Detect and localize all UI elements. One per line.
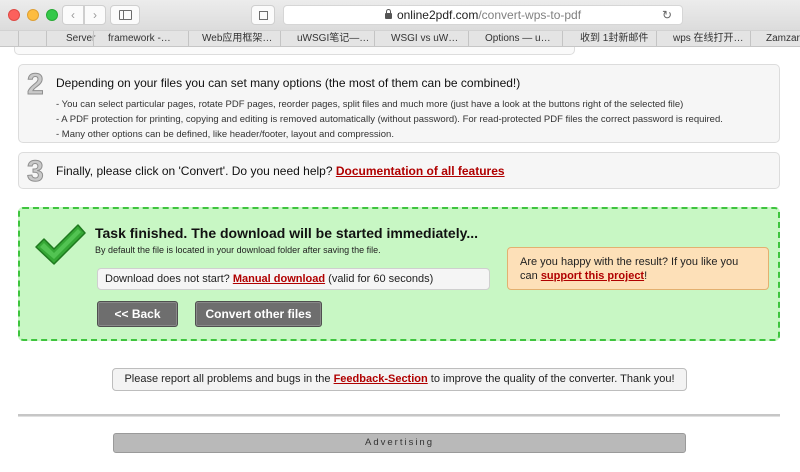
bookmark-item[interactable]: Server (66, 31, 95, 46)
step-2-title: Depending on your files you can set many… (56, 76, 521, 90)
step-3-box: 3 Finally, please click on 'Convert'. Do… (18, 152, 780, 189)
documentation-link[interactable]: Documentation of all features (336, 164, 505, 178)
report-prefix: Please report all problems and bugs in t… (124, 373, 331, 385)
task-finished-panel: Task finished. The download will be star… (18, 207, 780, 341)
feedback-report-bar: Please report all problems and bugs in t… (112, 368, 687, 391)
bookmark-item[interactable]: Options — u… (485, 31, 551, 46)
bookmark-separator (750, 31, 751, 46)
browser-window: ‹ › online2pdf.com/convert-wps-to-pdf ↻ … (0, 0, 800, 472)
task-title: Task finished. The download will be star… (95, 225, 479, 241)
reload-icon[interactable]: ↻ (662, 8, 672, 22)
sidebar-icon (118, 10, 132, 20)
bookmark-separator (188, 31, 189, 46)
list-item: - You can select particular pages, rotat… (56, 99, 684, 110)
url-host: online2pdf.com (396, 8, 479, 22)
bookmark-item[interactable]: WSGI vs uW… (391, 31, 458, 46)
support-text-can: can (520, 270, 538, 282)
bookmark-separator (562, 31, 563, 46)
bookmark-item[interactable]: wps 在线打开… (673, 31, 744, 46)
feedback-section-link[interactable]: Feedback-Section (334, 373, 428, 385)
support-project-link[interactable]: support this project (541, 270, 644, 282)
reader-icon (258, 10, 268, 20)
bookmark-item[interactable]: 收到 1封新邮件 (580, 31, 648, 46)
chevron-left-icon: ‹ (71, 8, 75, 22)
bookmark-item[interactable]: framework -… (108, 31, 171, 46)
manual-download-link[interactable]: Manual download (233, 273, 325, 285)
report-suffix: to improve the quality of the converter.… (430, 373, 675, 385)
sidebar-toggle-button[interactable] (110, 5, 140, 25)
bookmark-item[interactable]: Zamzar (766, 31, 800, 46)
task-subtitle: By default the file is located in your d… (95, 245, 381, 255)
bookmarks-bar: Server framework -… Web应用框架… uWSGI笔记—… W… (0, 30, 800, 47)
divider (18, 414, 780, 417)
reader-button[interactable] (251, 5, 275, 25)
bookmark-separator (656, 31, 657, 46)
download-prefix: Download does not start? (105, 273, 230, 285)
step-2-box: 2 Depending on your files you can set ma… (18, 64, 780, 143)
checkmark-icon (35, 224, 86, 265)
zoom-window-button[interactable] (46, 9, 58, 21)
page-content: 2 Depending on your files you can set ma… (0, 47, 800, 472)
bookmark-separator (46, 31, 47, 46)
step-2-list: - You can select particular pages, rotat… (56, 97, 723, 142)
back-nav-button[interactable]: ‹ (62, 5, 84, 25)
options-box-partial (14, 47, 575, 55)
step-number: 2 (27, 68, 45, 102)
bookmark-separator (18, 31, 19, 46)
list-item: - A PDF protection for printing, copying… (56, 114, 723, 125)
support-box: Are you happy with the result? If you li… (507, 247, 769, 290)
bookmark-separator (93, 31, 94, 46)
step-3-label: Finally, please click on 'Convert'. Do y… (56, 164, 333, 178)
advertising-banner: Advertising (113, 433, 686, 453)
url-path: /convert-wps-to-pdf (478, 8, 582, 22)
download-info-box: Download does not start? Manual download… (97, 268, 490, 290)
forward-nav-button[interactable]: › (84, 5, 106, 25)
browser-toolbar: ‹ › online2pdf.com/convert-wps-to-pdf ↻ (0, 0, 800, 30)
convert-other-files-button[interactable]: Convert other files (195, 301, 322, 327)
bookmark-item[interactable]: uWSGI笔记—… (297, 31, 369, 46)
bookmark-item[interactable]: Web应用框架… (202, 31, 272, 46)
download-suffix: (valid for 60 seconds) (328, 273, 434, 285)
back-button[interactable]: << Back (97, 301, 178, 327)
minimize-window-button[interactable] (27, 9, 39, 21)
chevron-right-icon: › (93, 8, 97, 22)
support-text: Are you happy with the result? If you li… (520, 256, 739, 268)
close-window-button[interactable] (8, 9, 20, 21)
bookmark-separator (468, 31, 469, 46)
bookmark-separator (374, 31, 375, 46)
list-item: - Many other options can be defined, lik… (56, 129, 394, 140)
bookmark-separator (280, 31, 281, 46)
support-text-end: ! (644, 270, 648, 282)
lock-icon (384, 9, 392, 19)
address-bar[interactable]: online2pdf.com/convert-wps-to-pdf ↻ (283, 5, 683, 25)
step-3-text: Finally, please click on 'Convert'. Do y… (56, 164, 505, 178)
step-number: 3 (27, 155, 45, 189)
